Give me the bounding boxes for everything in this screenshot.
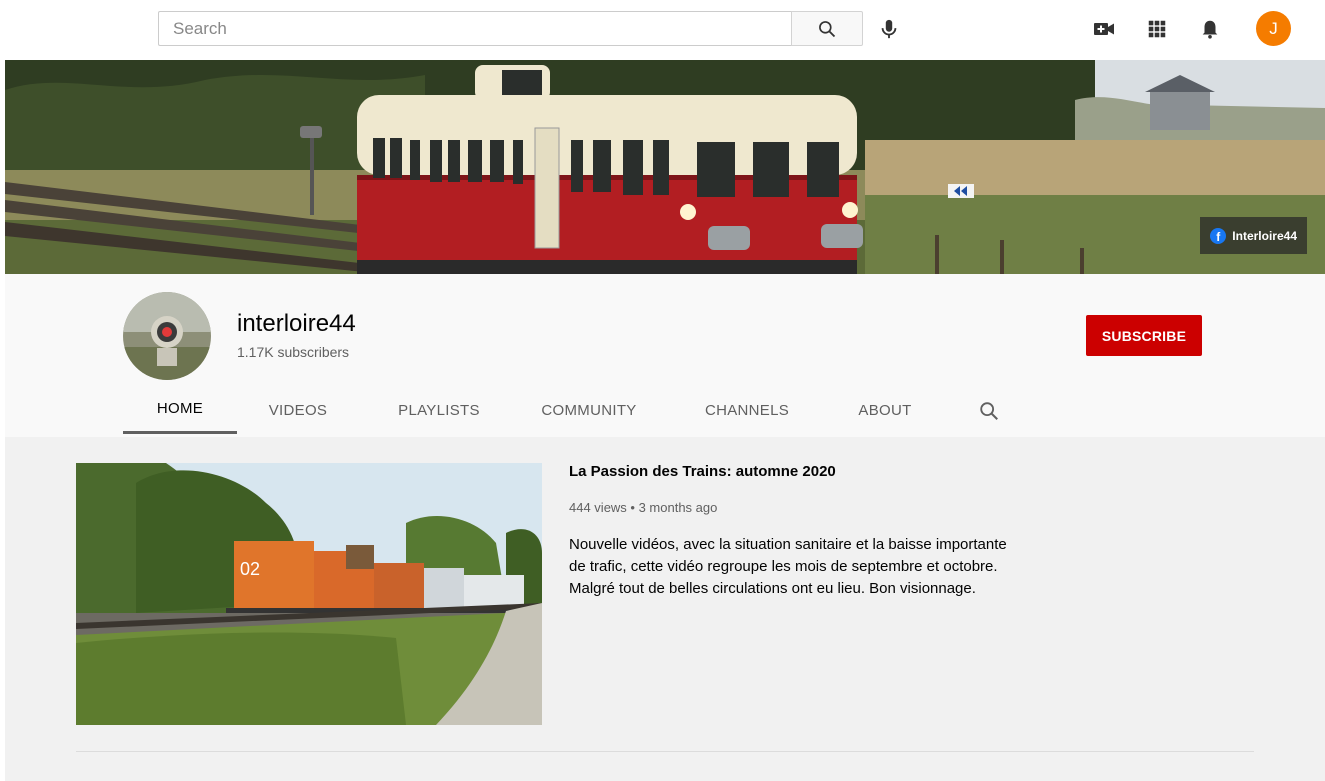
apps-button[interactable]	[1142, 14, 1172, 44]
channel-home-content: 02 La Passion des Trains: automne 2020 4…	[5, 437, 1325, 781]
microphone-icon	[881, 19, 897, 39]
channel-header: interloire44 1.17K subscribers SUBSCRIBE…	[5, 274, 1325, 437]
tab-about[interactable]: ABOUT	[845, 386, 925, 434]
featured-video-thumbnail[interactable]: 02	[76, 463, 542, 725]
tab-playlists[interactable]: PLAYLISTS	[381, 386, 497, 434]
subscribe-button[interactable]: SUBSCRIBE	[1086, 315, 1202, 356]
tab-community[interactable]: COMMUNITY	[533, 386, 645, 434]
tab-home[interactable]: HOME	[123, 386, 237, 434]
facebook-link-label: Interloire44	[1232, 228, 1297, 243]
search-button[interactable]	[791, 11, 863, 46]
banner-image	[5, 60, 1325, 274]
subscriber-count: 1.17K subscribers	[237, 344, 350, 360]
account-avatar[interactable]: J	[1256, 11, 1291, 46]
top-bar: J	[0, 0, 1325, 60]
apps-grid-icon	[1148, 20, 1166, 38]
notifications-bell-icon	[1202, 20, 1218, 39]
featured-video-title[interactable]: La Passion des Trains: automne 2020	[569, 463, 836, 480]
featured-video-description: Nouvelle vidéos, avec la situation sanit…	[569, 536, 1007, 597]
search-box[interactable]	[158, 11, 792, 46]
channel-avatar[interactable]	[123, 292, 211, 380]
search-input[interactable]	[159, 12, 792, 45]
video-thumbnail-image: 02	[76, 463, 542, 725]
facebook-link[interactable]: f Interloire44	[1200, 217, 1307, 254]
voice-search-button[interactable]	[872, 12, 906, 46]
channel-avatar-image	[123, 292, 211, 380]
create-button[interactable]	[1089, 14, 1119, 44]
search-icon	[819, 20, 836, 37]
svg-text:02: 02	[240, 559, 260, 579]
facebook-icon: f	[1210, 227, 1227, 244]
create-video-icon	[1094, 23, 1114, 35]
search-icon	[980, 402, 998, 420]
channel-search-button[interactable]	[976, 398, 1002, 424]
featured-video-meta: 444 views • 3 months ago	[569, 500, 718, 515]
channel-banner: f Interloire44	[5, 60, 1325, 274]
tab-videos[interactable]: VIDEOS	[251, 386, 345, 434]
tab-channels[interactable]: CHANNELS	[695, 386, 799, 434]
section-divider	[76, 751, 1254, 752]
channel-name: interloire44	[237, 310, 356, 337]
notifications-button[interactable]	[1195, 14, 1225, 44]
